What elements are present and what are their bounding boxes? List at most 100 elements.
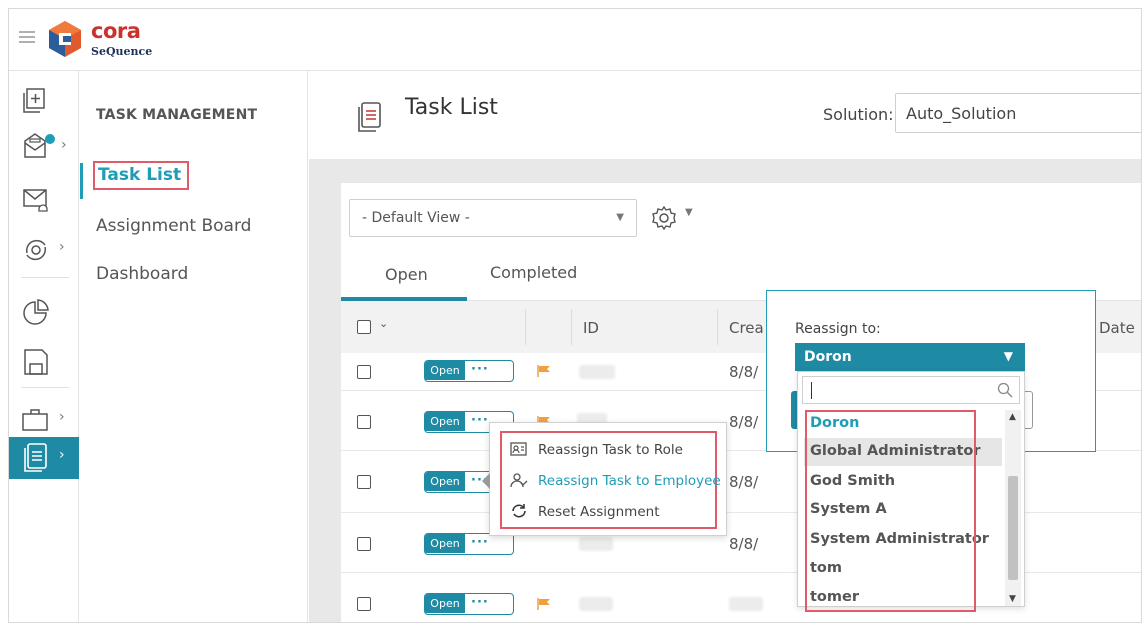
view-select-value: - Default View - bbox=[362, 210, 470, 226]
rail-processes[interactable]: › bbox=[9, 231, 79, 267]
column-header-id[interactable]: ID bbox=[583, 319, 599, 337]
redacted-date bbox=[729, 597, 763, 611]
icon-rail: › › › › bbox=[9, 71, 79, 622]
hamburger-menu-icon[interactable] bbox=[19, 31, 35, 43]
options-highlight-box bbox=[805, 410, 976, 612]
more-actions-icon[interactable]: ··· bbox=[471, 535, 489, 550]
created-date: 8/8/ bbox=[729, 535, 759, 553]
status-label: Open bbox=[425, 412, 465, 431]
status-label: Open bbox=[425, 594, 465, 613]
dropdown-search-input[interactable] bbox=[802, 376, 1020, 404]
rail-divider bbox=[21, 387, 69, 388]
column-separator bbox=[571, 309, 572, 345]
expand-chevron-icon: › bbox=[59, 409, 65, 425]
briefcase-icon bbox=[22, 409, 48, 431]
more-actions-icon[interactable]: ··· bbox=[471, 595, 489, 610]
rail-reports[interactable] bbox=[9, 293, 79, 329]
caret-down-icon: ▼ bbox=[1003, 349, 1013, 363]
row-checkbox[interactable] bbox=[357, 597, 371, 611]
reassign-selected-value: Doron bbox=[804, 349, 852, 365]
reassign-dropdown: Doron Global Administrator God Smith Sys… bbox=[797, 371, 1025, 612]
expand-chevron-icon: › bbox=[59, 239, 65, 255]
more-actions-icon[interactable]: ··· bbox=[471, 362, 489, 377]
role-card-icon bbox=[510, 442, 527, 456]
nav-item-assignment-board[interactable]: Assignment Board bbox=[96, 216, 251, 236]
view-select[interactable]: - Default View - ▼ bbox=[349, 199, 637, 237]
reassign-select[interactable]: Doron ▼ bbox=[795, 343, 1025, 371]
page-title: Task List bbox=[405, 95, 498, 120]
redacted-id bbox=[579, 365, 615, 379]
cora-logo-icon bbox=[49, 21, 81, 57]
rail-divider bbox=[21, 277, 69, 278]
search-icon bbox=[997, 382, 1013, 398]
task-management-nav: TASK MANAGEMENT Task List Assignment Boa… bbox=[80, 71, 308, 622]
row-context-menu: Reassign Task to Role Reassign Task to E… bbox=[482, 422, 727, 536]
scrollbar-thumb[interactable] bbox=[1008, 476, 1018, 580]
status-label: Open bbox=[425, 361, 465, 380]
chevron-down-icon[interactable]: ⌄ bbox=[379, 317, 388, 330]
row-checkbox[interactable] bbox=[357, 365, 371, 379]
status-label: Open bbox=[425, 534, 465, 553]
employee-icon bbox=[510, 473, 528, 488]
brand-name: cora bbox=[91, 19, 141, 43]
nav-section-title: TASK MANAGEMENT bbox=[96, 107, 258, 123]
refresh-cycle-icon bbox=[25, 239, 47, 261]
created-date: 8/8/ bbox=[729, 473, 759, 491]
solution-select[interactable]: Auto_Solution bbox=[895, 93, 1141, 133]
caret-down-icon: ▼ bbox=[616, 212, 624, 223]
redacted-id bbox=[579, 537, 613, 551]
top-bar: cora SeQuence bbox=[9, 9, 1141, 71]
flag-icon bbox=[537, 365, 550, 377]
status-label: Open bbox=[425, 472, 465, 491]
nav-item-dashboard[interactable]: Dashboard bbox=[96, 264, 188, 284]
expand-chevron-icon: › bbox=[59, 447, 65, 463]
save-disk-icon bbox=[24, 349, 48, 375]
pie-chart-icon bbox=[23, 299, 49, 325]
created-date: 8/8/ bbox=[729, 413, 759, 431]
column-header-date[interactable]: Date bbox=[1099, 319, 1135, 337]
text-cursor bbox=[811, 382, 812, 399]
caret-down-icon[interactable]: ▼ bbox=[685, 207, 693, 218]
active-indicator bbox=[80, 163, 83, 199]
reset-icon bbox=[512, 504, 526, 518]
redacted-id bbox=[579, 597, 613, 611]
menu-item-label: Reset Assignment bbox=[538, 504, 660, 520]
gear-icon[interactable] bbox=[651, 205, 677, 231]
rail-inbox[interactable]: › bbox=[9, 127, 79, 163]
more-actions-icon[interactable]: ··· bbox=[471, 413, 489, 428]
dropdown-scrollbar[interactable]: ▲ ▼ bbox=[1005, 410, 1021, 606]
menu-item-label: Reassign Task to Employee bbox=[538, 473, 721, 489]
rail-new-item[interactable] bbox=[9, 83, 79, 119]
column-separator bbox=[525, 309, 526, 345]
created-date: 8/8/ bbox=[729, 363, 759, 381]
task-document-icon bbox=[24, 443, 47, 472]
row-checkbox[interactable] bbox=[357, 415, 371, 429]
rail-task-management[interactable]: › bbox=[9, 437, 79, 479]
column-header-created[interactable]: Crea bbox=[729, 319, 764, 337]
brand-product: SeQuence bbox=[91, 45, 153, 58]
task-list-icon bbox=[358, 102, 381, 132]
expand-chevron-icon: › bbox=[61, 137, 67, 153]
scroll-down-icon[interactable]: ▼ bbox=[1009, 594, 1016, 604]
row-checkbox[interactable] bbox=[357, 475, 371, 489]
select-all-checkbox[interactable] bbox=[357, 320, 371, 334]
app-window: cora SeQuence › › › › TASK MANAGEMENT Ta… bbox=[8, 8, 1142, 623]
menu-pointer bbox=[482, 473, 490, 489]
reassign-label: Reassign to: bbox=[795, 321, 881, 337]
nav-item-task-list[interactable]: Task List bbox=[93, 161, 190, 190]
rail-notifications[interactable] bbox=[9, 181, 79, 217]
solution-label: Solution: bbox=[823, 105, 894, 124]
column-separator bbox=[717, 309, 718, 345]
status-badge[interactable]: Open ··· bbox=[424, 360, 514, 382]
inbox-upload-icon bbox=[24, 133, 55, 158]
tab-completed[interactable]: Completed bbox=[490, 263, 577, 282]
rail-save[interactable] bbox=[9, 343, 79, 379]
row-checkbox[interactable] bbox=[357, 537, 371, 551]
scroll-up-icon[interactable]: ▲ bbox=[1009, 412, 1016, 422]
menu-item-label: Reassign Task to Role bbox=[538, 442, 683, 458]
status-badge[interactable]: Open ··· bbox=[424, 533, 514, 555]
flag-icon bbox=[537, 598, 550, 610]
rail-portfolio[interactable]: › bbox=[9, 401, 79, 437]
tab-open[interactable]: Open bbox=[385, 265, 428, 284]
status-badge[interactable]: Open ··· bbox=[424, 593, 514, 615]
